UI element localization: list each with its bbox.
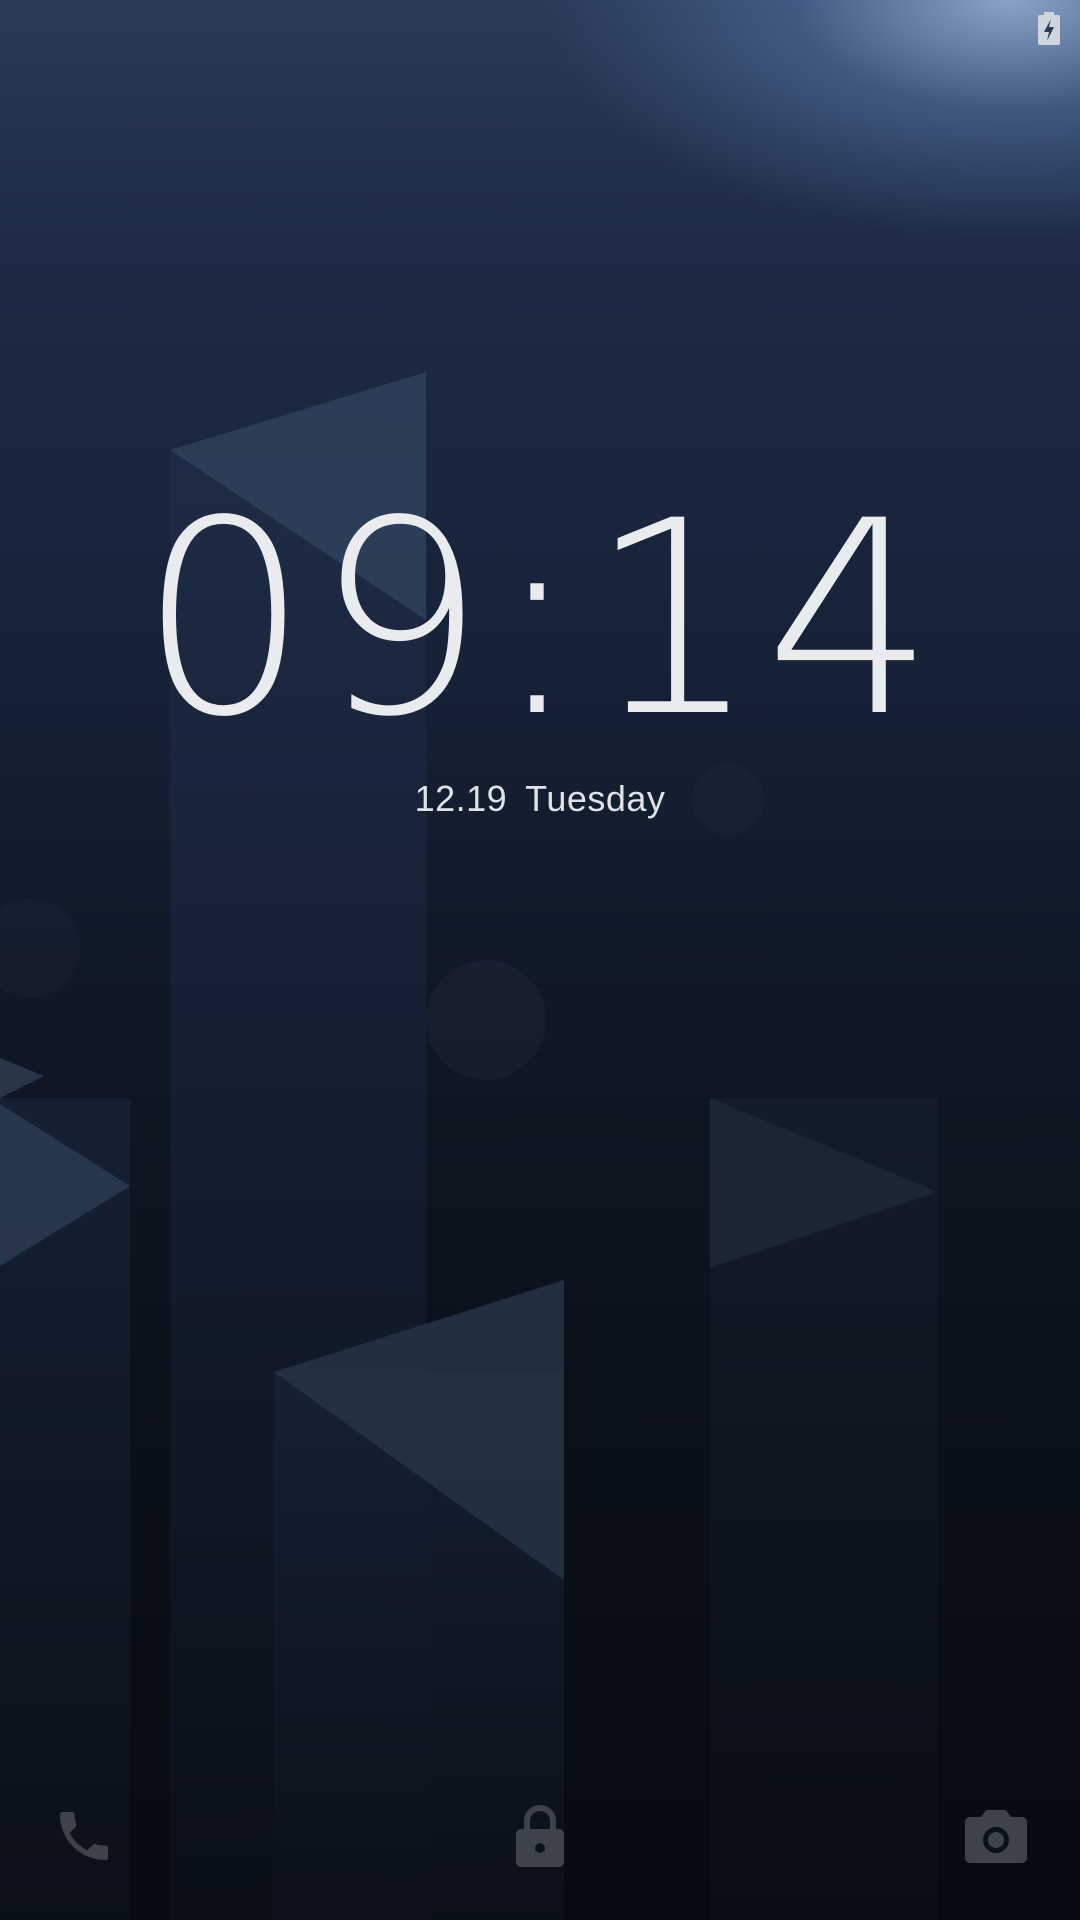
wallpaper [0, 372, 938, 1920]
phone-shortcut[interactable] [44, 1796, 124, 1876]
unlock-button[interactable] [500, 1796, 580, 1876]
lockscreen-shortcuts [0, 1760, 1080, 1920]
battery-charging-icon [1038, 12, 1060, 45]
lock-icon [516, 1805, 564, 1867]
date-row: 12.19 Tuesday [0, 778, 1080, 820]
clock-time: 09:14 [138, 464, 942, 776]
camera-icon [965, 1810, 1027, 1863]
weekday-text: Tuesday [525, 778, 666, 819]
lock-screen: 09:14 12.19 Tuesday [0, 0, 1080, 1920]
status-bar [0, 0, 1080, 60]
bokeh-3 [0, 898, 80, 998]
date-text: 12.19 [414, 778, 508, 819]
pillar-5-cap [0, 1058, 44, 1098]
phone-icon [60, 1812, 108, 1860]
camera-shortcut[interactable] [956, 1796, 1036, 1876]
bokeh-1 [426, 960, 546, 1080]
